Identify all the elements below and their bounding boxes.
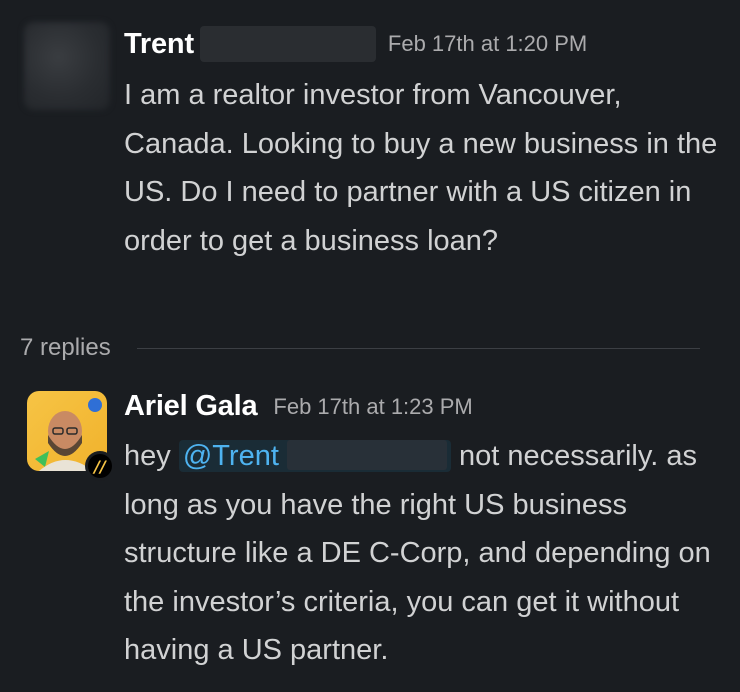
body-suffix: not necessarily. as long as you have the…: [124, 440, 711, 666]
status-badge: //: [85, 451, 115, 481]
avatar-redacted[interactable]: [24, 22, 110, 110]
mention-label: @Trent: [182, 440, 279, 472]
redacted-surname: [286, 440, 447, 470]
message-header: Ariel Gala Feb 17th at 1:23 PM: [124, 390, 473, 423]
timestamp[interactable]: Feb 17th at 1:20 PM: [388, 31, 587, 57]
divider-line: [136, 347, 700, 349]
message-body: hey @Trent not necessarily. as long as y…: [124, 432, 720, 675]
author-name[interactable]: Trent: [124, 28, 194, 61]
body-prefix: hey: [124, 440, 179, 472]
timestamp[interactable]: Feb 17th at 1:23 PM: [273, 394, 472, 420]
message-body: I am a realtor investor from Vancouver, …: [124, 79, 718, 257]
user-mention[interactable]: @Trent: [178, 440, 451, 472]
author-name[interactable]: Ariel Gala: [124, 390, 258, 423]
redacted-surname: [199, 26, 376, 62]
message-header: Trent Feb 17th at 1:20 PM: [124, 26, 587, 62]
thread-replies-divider: 7 replies: [20, 334, 700, 362]
avatar[interactable]: //: [27, 391, 115, 481]
replies-count[interactable]: 7 replies: [20, 334, 111, 362]
status-slashes-icon: //: [88, 454, 112, 478]
